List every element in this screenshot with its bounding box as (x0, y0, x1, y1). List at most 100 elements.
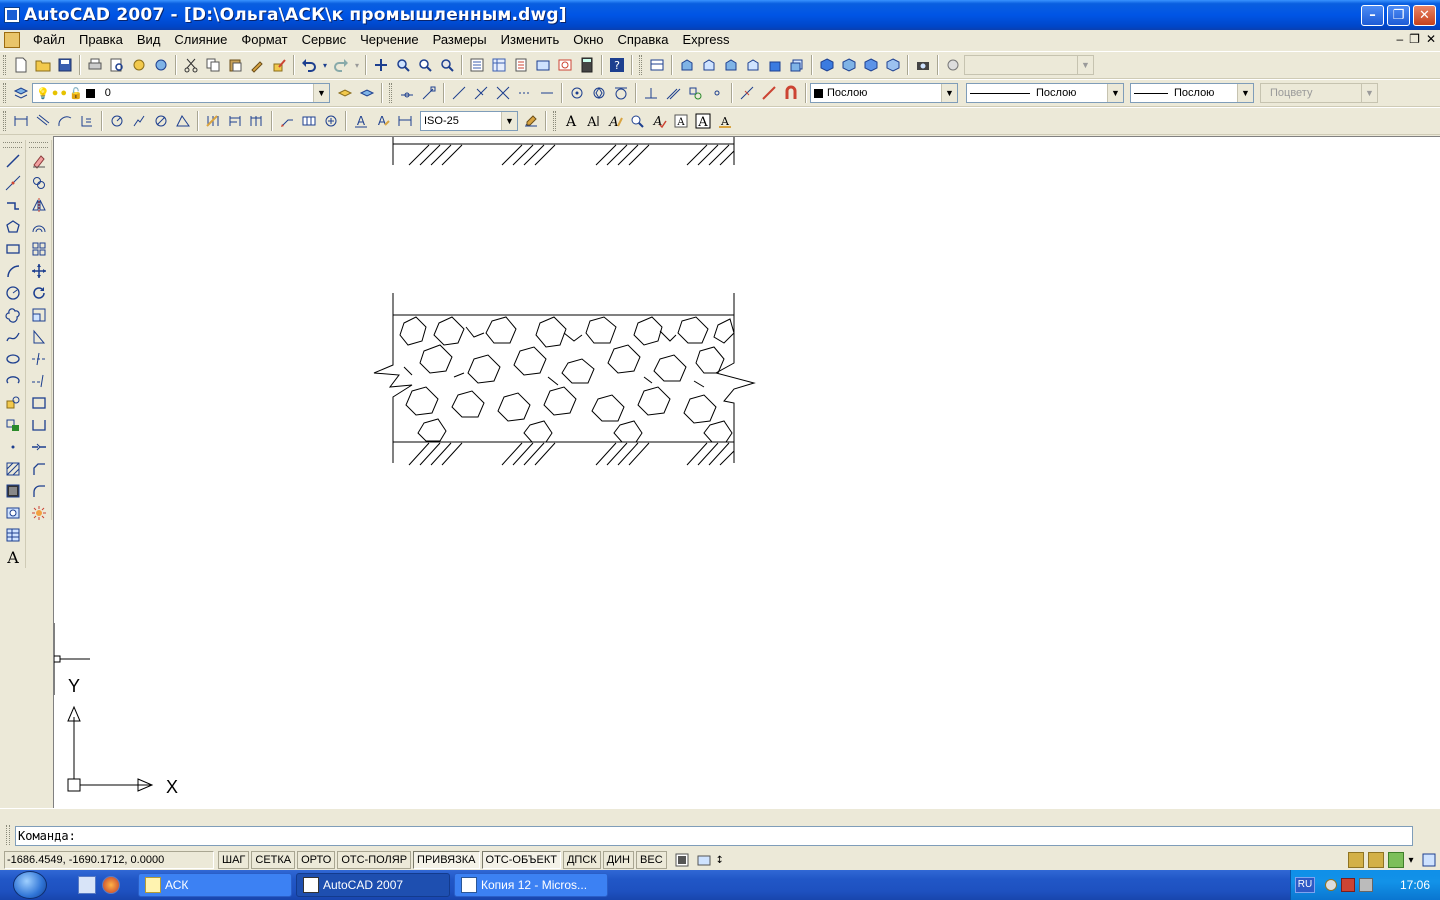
line-icon[interactable] (2, 150, 24, 172)
menu-format[interactable]: Формат (234, 30, 294, 50)
menu-tools[interactable]: Сервис (295, 30, 354, 50)
close-button[interactable]: ✕ (1413, 5, 1436, 26)
snap-insert-icon[interactable] (684, 82, 706, 104)
rectangle-icon[interactable] (2, 238, 24, 260)
gradient-icon[interactable] (2, 480, 24, 502)
dimension-style-icon[interactable] (520, 110, 542, 132)
snap-extension-icon[interactable] (514, 82, 536, 104)
snap-quadrant-icon[interactable] (588, 82, 610, 104)
toolbar-grip[interactable] (389, 83, 392, 103)
snap-none-icon[interactable] (758, 82, 780, 104)
maximize-button[interactable]: ❐ (1387, 5, 1410, 26)
se-iso-view-icon[interactable] (838, 54, 860, 76)
fillet-icon[interactable] (28, 480, 50, 502)
menu-express[interactable]: Express (676, 30, 737, 50)
toolbar-grip[interactable] (29, 142, 48, 148)
table-icon[interactable] (2, 524, 24, 546)
plot-preview-icon[interactable] (106, 54, 128, 76)
pan-realtime-icon[interactable] (370, 54, 392, 76)
menu-modify[interactable]: Изменить (494, 30, 567, 50)
toolbar-grip[interactable] (639, 55, 642, 75)
taskbar-item-ask[interactable]: АСК (138, 873, 292, 897)
snap-midpoint-icon[interactable] (448, 82, 470, 104)
hatch-icon[interactable] (2, 458, 24, 480)
snap-center-icon[interactable] (566, 82, 588, 104)
redo-icon[interactable] (330, 54, 352, 76)
command-line-grip[interactable] (6, 825, 10, 845)
toolbar-grip[interactable] (3, 142, 22, 148)
tolerance-icon[interactable] (298, 110, 320, 132)
quickcalc-icon[interactable] (576, 54, 598, 76)
revision-cloud-icon[interactable] (2, 304, 24, 326)
linetype-combo[interactable]: Послою ▼ (966, 83, 1124, 103)
named-views-icon[interactable] (646, 54, 668, 76)
snap-perpendicular-icon[interactable] (640, 82, 662, 104)
ellipse-icon[interactable] (2, 348, 24, 370)
named-ucs-combo[interactable]: ▼ (964, 55, 1094, 75)
join-icon[interactable] (28, 436, 50, 458)
taskbar-item-word[interactable]: Копия 12 - Micros... (454, 873, 608, 897)
text-style-icon[interactable]: A (670, 110, 692, 132)
layer-manager-icon[interactable] (10, 82, 32, 104)
undo-dropdown-icon[interactable]: ▾ (320, 54, 330, 76)
chamfer-icon[interactable] (28, 458, 50, 480)
maximize-viewport-icon[interactable] (693, 849, 715, 871)
toolbar-grip[interactable] (3, 111, 6, 131)
layer-previous-icon[interactable] (356, 82, 378, 104)
baseline-dimension-icon[interactable] (224, 110, 246, 132)
explode-icon[interactable] (28, 502, 50, 524)
quick-dimension-icon[interactable] (202, 110, 224, 132)
design-center-icon[interactable] (488, 54, 510, 76)
status-toggle-button[interactable]: ОТС-ОБЪЕКТ (481, 851, 561, 869)
aligned-dimension-icon[interactable] (32, 110, 54, 132)
arc-length-icon[interactable] (54, 110, 76, 132)
menu-help[interactable]: Справка (611, 30, 676, 50)
left-view-icon[interactable] (720, 54, 742, 76)
copy-object-icon[interactable] (28, 172, 50, 194)
snap-parallel-icon[interactable] (662, 82, 684, 104)
front-view-icon[interactable] (764, 54, 786, 76)
document-icon[interactable] (4, 32, 20, 48)
menu-edit[interactable]: Правка (72, 30, 130, 50)
construction-line-icon[interactable] (2, 172, 24, 194)
mdi-restore-button[interactable]: ❐ (1409, 32, 1420, 46)
publish-icon[interactable] (128, 54, 150, 76)
spline-icon[interactable] (2, 326, 24, 348)
snap-intersection-icon[interactable] (470, 82, 492, 104)
center-mark-icon[interactable] (320, 110, 342, 132)
zoom-realtime-icon[interactable] (392, 54, 414, 76)
markup-set-icon[interactable] (554, 54, 576, 76)
trim-icon[interactable] (28, 348, 50, 370)
offset-icon[interactable] (28, 216, 50, 238)
extend-icon[interactable] (28, 370, 50, 392)
toolbar-grip[interactable] (3, 83, 6, 103)
layer-combo[interactable]: 💡 ● ● 🔓 0 ▼ (32, 83, 330, 103)
menu-window[interactable]: Окно (566, 30, 610, 50)
find-text-icon[interactable] (626, 110, 648, 132)
stretch-icon[interactable] (28, 326, 50, 348)
camera-icon[interactable] (912, 54, 934, 76)
toolbar-grip[interactable] (3, 55, 6, 75)
taskbar-item-autocad[interactable]: AutoCAD 2007 (296, 873, 450, 897)
array-icon[interactable] (28, 238, 50, 260)
properties-icon[interactable] (466, 54, 488, 76)
start-button[interactable] (0, 870, 60, 900)
erase-icon[interactable] (28, 150, 50, 172)
ne-iso-view-icon[interactable] (860, 54, 882, 76)
menu-dimension[interactable]: Размеры (426, 30, 494, 50)
radius-dimension-icon[interactable] (106, 110, 128, 132)
sheet-set-icon[interactable] (532, 54, 554, 76)
status-menu-icon[interactable]: ↕ (715, 849, 725, 871)
break-icon[interactable] (28, 414, 50, 436)
help-icon[interactable]: ? (606, 54, 628, 76)
break-at-point-icon[interactable] (28, 392, 50, 414)
angular-dimension-icon[interactable] (172, 110, 194, 132)
back-view-icon[interactable] (786, 54, 808, 76)
snap-extension-icon-2[interactable] (536, 82, 558, 104)
snap-endpoint-icon[interactable] (418, 82, 440, 104)
dimension-update-icon[interactable] (394, 110, 416, 132)
menu-file[interactable]: Файл (26, 30, 72, 50)
ellipse-arc-icon[interactable] (2, 370, 24, 392)
snap-apparent-intersection-icon[interactable] (492, 82, 514, 104)
scale-icon[interactable] (28, 304, 50, 326)
